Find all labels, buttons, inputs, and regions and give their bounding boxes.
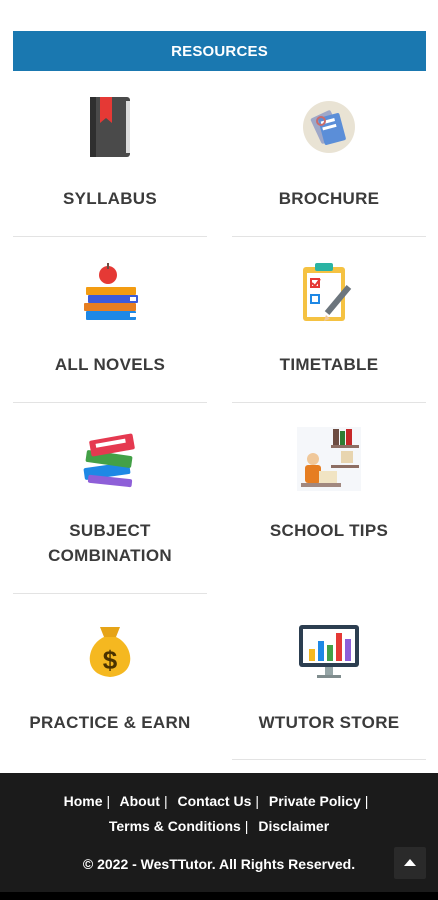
tile-practice-earn[interactable]: $ PRACTICE & EARN (13, 619, 207, 735)
tile-divider (232, 759, 426, 760)
tile-divider (13, 593, 207, 594)
books-stack-icon (83, 433, 135, 488)
footer-separator: | (244, 818, 249, 834)
tile-label: BROCHURE (278, 189, 380, 208)
footer: Home | About | Contact Us | Private Policy |… (0, 773, 438, 900)
money-bag-icon: $ (89, 627, 131, 677)
tile-syllabus[interactable]: SYLLABUS (13, 95, 207, 211)
svg-text:$: $ (103, 645, 118, 675)
resources-header: RESOURCES (13, 31, 426, 71)
clipboard-icon (303, 263, 352, 321)
tile-label: WTUTOR STORE (258, 713, 400, 732)
tile-divider (13, 236, 207, 237)
tile-label: SUBJECT COMBINATION (48, 521, 172, 565)
book-icon (90, 97, 130, 157)
tile-subject-combination[interactable]: SUBJECT COMBINATION (13, 427, 207, 568)
study-icon (297, 427, 361, 491)
footer-separator: | (255, 793, 260, 809)
footer-link-home[interactable]: Home (64, 793, 103, 809)
resources-title: RESOURCES (171, 42, 268, 60)
tile-divider (232, 402, 426, 403)
chevron-up-icon (404, 859, 416, 866)
tile-divider (13, 402, 207, 403)
tile-divider (232, 236, 426, 237)
tile-label: ALL NOVELS (54, 355, 166, 374)
scroll-to-top-button[interactable] (394, 847, 426, 879)
footer-link-terms[interactable]: Terms & Conditions (109, 818, 241, 834)
monitor-chart-icon (299, 625, 359, 678)
tile-label: SYLLABUS (62, 189, 157, 208)
footer-link-privacy[interactable]: Private Policy (269, 793, 361, 809)
tile-school-tips[interactable]: SCHOOL TIPS (232, 427, 426, 543)
tile-label: TIMETABLE (279, 355, 379, 374)
footer-links: Home | About | Contact Us | Private Policy |… (0, 789, 438, 839)
footer-link-contact[interactable]: Contact Us (177, 793, 251, 809)
novels-icon (84, 263, 138, 320)
tile-label: PRACTICE & EARN (29, 713, 191, 732)
footer-separator: | (106, 793, 111, 809)
footer-link-about[interactable]: About (120, 793, 160, 809)
tile-brochure[interactable]: BROCHURE (232, 95, 426, 211)
footer-link-disclaimer[interactable]: Disclaimer (258, 818, 329, 834)
copyright-text: © 2022 - WesTTutor. All Rights Reserved. (82, 856, 356, 872)
tile-label: SCHOOL TIPS (269, 521, 389, 540)
tile-all-novels[interactable]: ALL NOVELS (13, 261, 207, 377)
footer-separator: | (163, 793, 168, 809)
footer-separator: | (364, 793, 369, 809)
tile-wtutor-store[interactable]: WTUTOR STORE (232, 619, 426, 735)
tile-timetable[interactable]: TIMETABLE (232, 261, 426, 377)
brochure-icon (303, 101, 355, 153)
bottom-bar (0, 892, 438, 900)
